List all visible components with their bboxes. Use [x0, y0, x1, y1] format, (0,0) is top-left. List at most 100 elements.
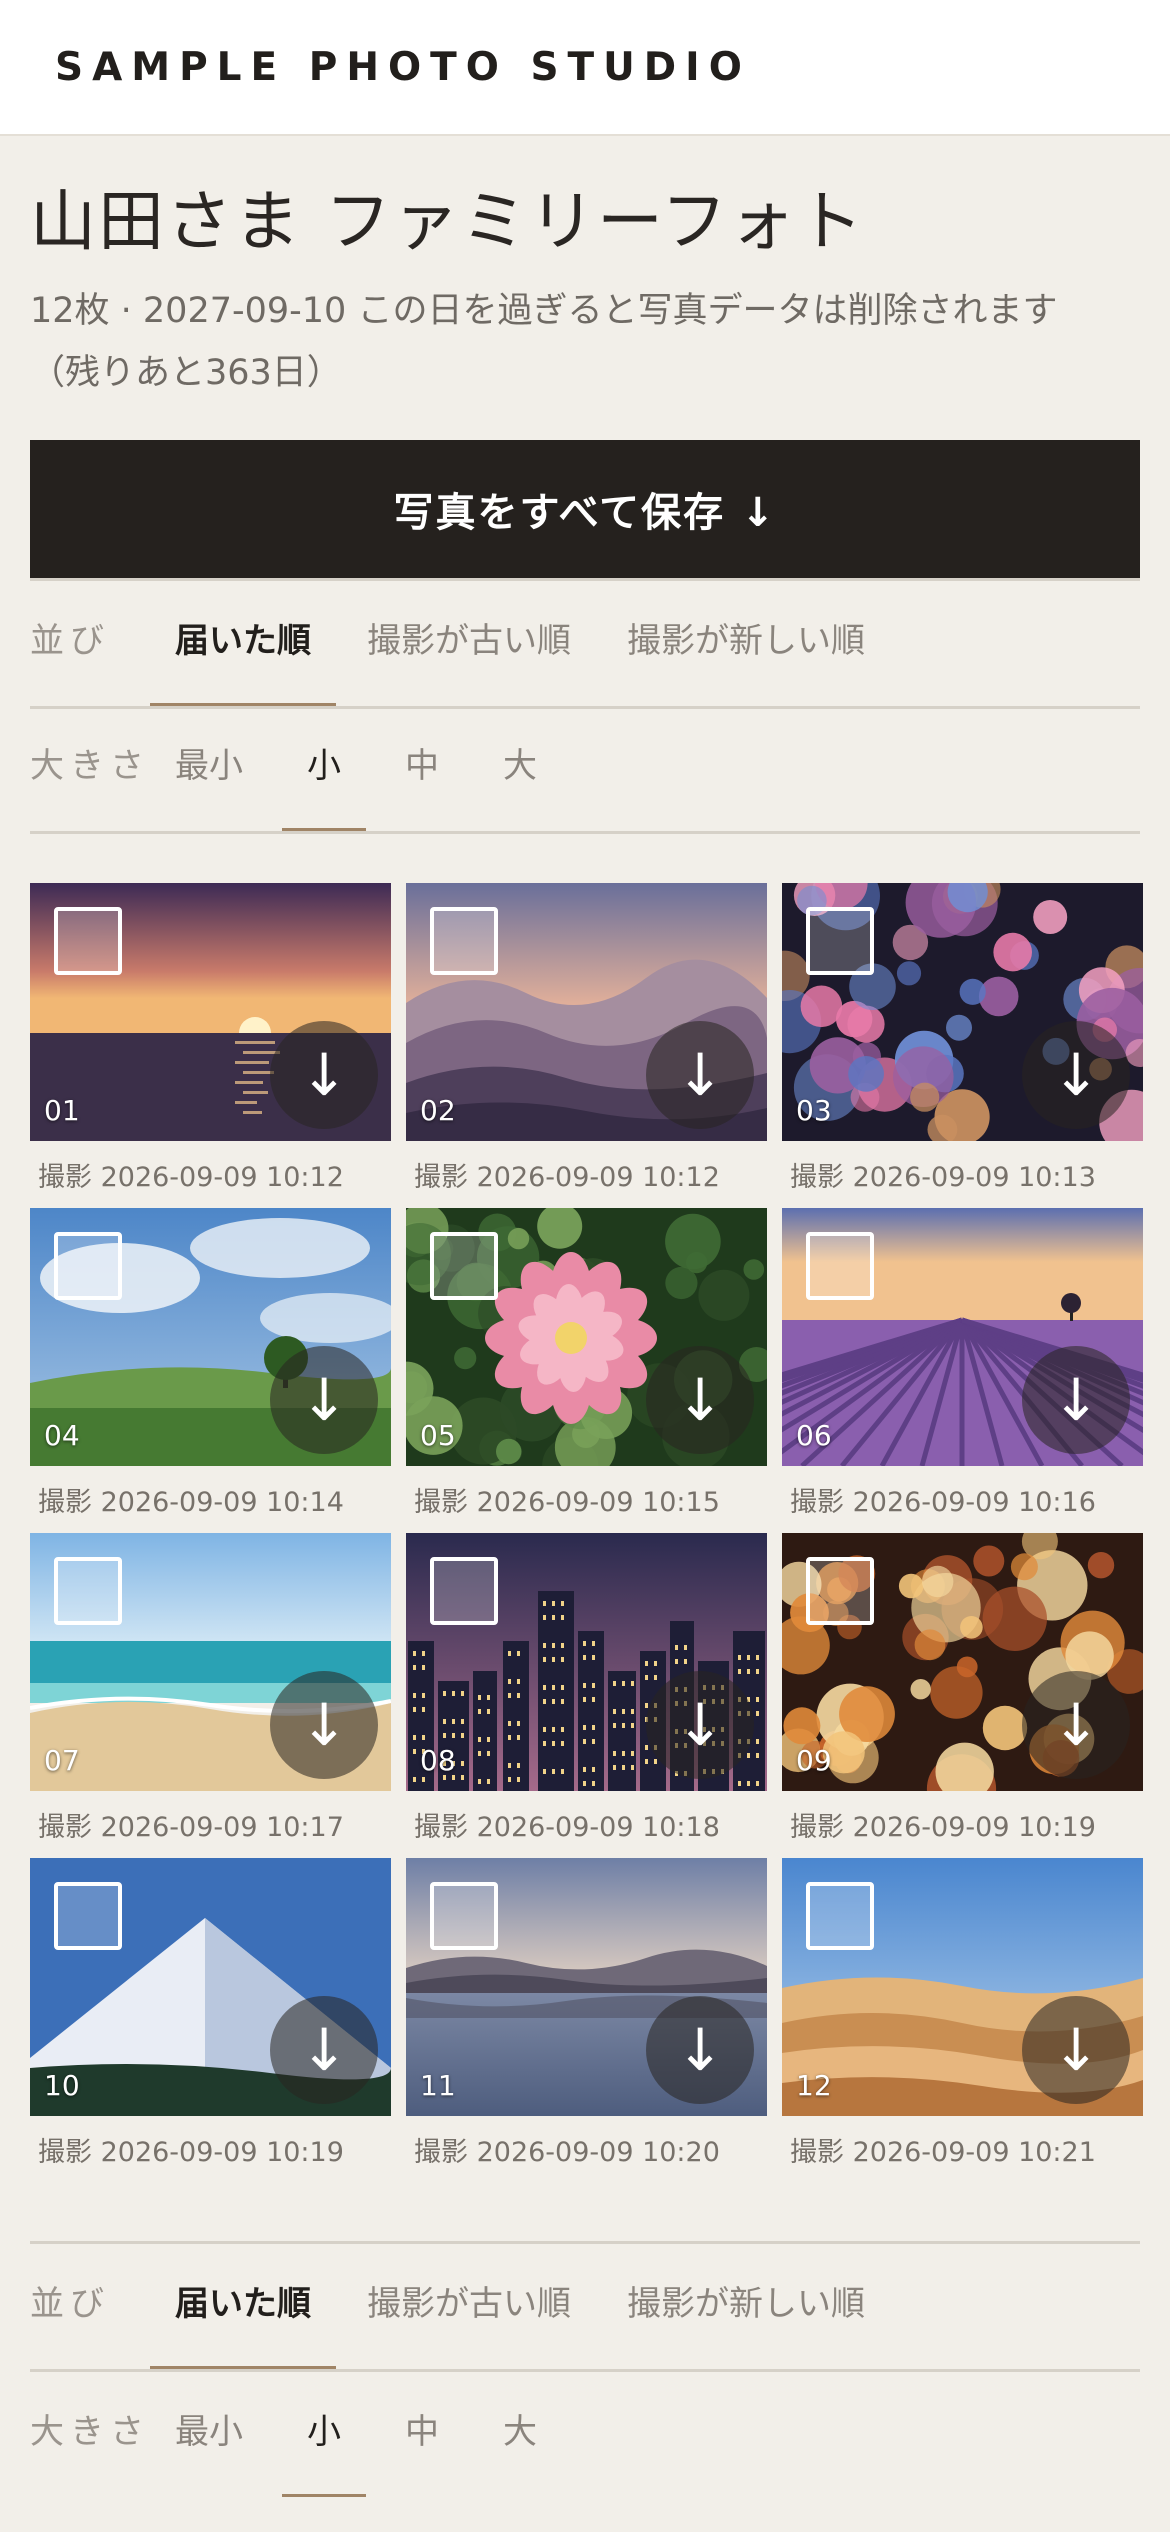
photo-select-checkbox[interactable]	[430, 907, 498, 975]
site-header: SAMPLE PHOTO STUDIO	[0, 0, 1170, 136]
photo-card: 01 ↓ 撮影 2026-09-09 10:12	[30, 883, 391, 1208]
size-option[interactable]: 小	[282, 738, 366, 831]
photo-card: 08 ↓ 撮影 2026-09-09 10:18	[406, 1533, 767, 1858]
download-icon[interactable]: ↓	[646, 1996, 754, 2104]
photo-caption: 撮影 2026-09-09 10:20	[414, 2137, 720, 2168]
photo-number: 10	[44, 2069, 80, 2102]
photo-select-checkbox[interactable]	[806, 1882, 874, 1950]
photo-number: 07	[44, 1744, 80, 1777]
photo-number: 08	[420, 1744, 456, 1777]
photo-thumbnail[interactable]: 05 ↓	[406, 1208, 767, 1466]
photo-thumbnail[interactable]: 06 ↓	[782, 1208, 1143, 1466]
photo-caption: 撮影 2026-09-09 10:15	[414, 1487, 720, 1518]
photo-thumbnail[interactable]: 01 ↓	[30, 883, 391, 1141]
photo-card: 02 ↓ 撮影 2026-09-09 10:12	[406, 883, 767, 1208]
photo-card: 06 ↓ 撮影 2026-09-09 10:16	[782, 1208, 1143, 1533]
photo-number: 11	[420, 2069, 456, 2102]
download-icon[interactable]: ↓	[1022, 1346, 1130, 1454]
photo-number: 04	[44, 1419, 80, 1452]
photo-select-checkbox[interactable]	[54, 1232, 122, 1300]
album-meta-expiry: 12枚 · 2027-09-10 この日を過ぎると写真データは削除されます	[30, 291, 1058, 331]
download-icon[interactable]: ↓	[646, 1671, 754, 1779]
photo-card: 11 ↓ 撮影 2026-09-09 10:20	[406, 1858, 767, 2183]
photo-number: 01	[44, 1094, 80, 1127]
main-content: 山田さま ファミリーフォト 12枚 · 2027-09-10 この日を過ぎると写…	[0, 136, 1170, 2497]
sort-option[interactable]: 届いた順	[150, 613, 336, 706]
photo-card: 05 ↓ 撮影 2026-09-09 10:15	[406, 1208, 767, 1533]
photo-thumbnail[interactable]: 09 ↓	[782, 1533, 1143, 1791]
photo-select-checkbox[interactable]	[54, 907, 122, 975]
photo-number: 02	[420, 1094, 456, 1127]
sort-option[interactable]: 撮影が古い順	[367, 2276, 571, 2369]
photo-select-checkbox[interactable]	[806, 907, 874, 975]
photo-caption: 撮影 2026-09-09 10:12	[414, 1162, 720, 1193]
photo-card: 07 ↓ 撮影 2026-09-09 10:17	[30, 1533, 391, 1858]
photo-caption: 撮影 2026-09-09 10:21	[790, 2137, 1096, 2168]
photo-number: 06	[796, 1419, 832, 1452]
download-icon[interactable]: ↓	[270, 1021, 378, 1129]
size-label: 大きさ	[30, 746, 150, 786]
photo-grid: 01 ↓ 撮影 2026-09-09 10:12 02 ↓ 撮影 2026-09-09 …	[30, 883, 1143, 2183]
photo-caption: 撮影 2026-09-09 10:17	[38, 1812, 344, 1843]
photo-thumbnail[interactable]: 03 ↓	[782, 883, 1143, 1141]
size-label: 大きさ	[30, 2412, 150, 2452]
download-icon[interactable]: ↓	[270, 1346, 378, 1454]
photo-card: 09 ↓ 撮影 2026-09-09 10:19	[782, 1533, 1143, 1858]
size-option[interactable]: 最小	[175, 738, 243, 831]
photo-thumbnail[interactable]: 11 ↓	[406, 1858, 767, 2116]
photo-caption: 撮影 2026-09-09 10:19	[790, 1812, 1096, 1843]
photo-select-checkbox[interactable]	[54, 1882, 122, 1950]
top-size-bar: 大きさ 最小小中大	[30, 706, 1140, 834]
album-meta: 12枚 · 2027-09-10 この日を過ぎると写真データは削除されます （残…	[30, 280, 1140, 404]
photo-caption: 撮影 2026-09-09 10:16	[790, 1487, 1096, 1518]
sort-option[interactable]: 届いた順	[150, 2276, 336, 2369]
photo-card: 12 ↓ 撮影 2026-09-09 10:21	[782, 1858, 1143, 2183]
size-option[interactable]: 小	[282, 2404, 366, 2497]
bottom-size-bar: 大きさ 最小小中大	[30, 2369, 1140, 2497]
photo-number: 12	[796, 2069, 832, 2102]
photo-number: 05	[420, 1419, 456, 1452]
photo-thumbnail[interactable]: 02 ↓	[406, 883, 767, 1141]
photo-card: 10 ↓ 撮影 2026-09-09 10:19	[30, 1858, 391, 2183]
photo-thumbnail[interactable]: 04 ↓	[30, 1208, 391, 1466]
sort-option[interactable]: 撮影が古い順	[367, 613, 571, 706]
top-sort-bar: 並び 届いた順 撮影が古い順 撮影が新しい順	[30, 578, 1140, 706]
photo-select-checkbox[interactable]	[430, 1882, 498, 1950]
photo-select-checkbox[interactable]	[806, 1232, 874, 1300]
size-option[interactable]: 大	[503, 2404, 537, 2497]
photo-caption: 撮影 2026-09-09 10:12	[38, 1162, 344, 1193]
photo-caption: 撮影 2026-09-09 10:18	[414, 1812, 720, 1843]
photo-select-checkbox[interactable]	[806, 1557, 874, 1625]
photo-caption: 撮影 2026-09-09 10:14	[38, 1487, 344, 1518]
album-title: 山田さま ファミリーフォト	[30, 183, 866, 260]
photo-select-checkbox[interactable]	[430, 1232, 498, 1300]
photo-card: 04 ↓ 撮影 2026-09-09 10:14	[30, 1208, 391, 1533]
photo-thumbnail[interactable]: 07 ↓	[30, 1533, 391, 1791]
photo-select-checkbox[interactable]	[430, 1557, 498, 1625]
size-option[interactable]: 中	[405, 738, 439, 831]
download-icon[interactable]: ↓	[270, 1671, 378, 1779]
sort-label: 並び	[30, 621, 110, 661]
photo-number: 03	[796, 1094, 832, 1127]
size-option[interactable]: 大	[503, 738, 537, 831]
download-icon[interactable]: ↓	[1022, 1671, 1130, 1779]
studio-logo[interactable]: SAMPLE PHOTO STUDIO	[55, 45, 751, 90]
download-icon[interactable]: ↓	[1022, 1996, 1130, 2104]
download-icon[interactable]: ↓	[270, 1996, 378, 2104]
download-icon[interactable]: ↓	[646, 1021, 754, 1129]
bottom-sort-bar: 並び 届いた順 撮影が古い順 撮影が新しい順	[30, 2241, 1140, 2369]
photo-caption: 撮影 2026-09-09 10:13	[790, 1162, 1096, 1193]
photo-thumbnail[interactable]: 12 ↓	[782, 1858, 1143, 2116]
photo-number: 09	[796, 1744, 832, 1777]
photo-thumbnail[interactable]: 08 ↓	[406, 1533, 767, 1791]
save-all-button[interactable]: 写真をすべて保存 ↓	[30, 440, 1140, 578]
size-option[interactable]: 最小	[175, 2404, 243, 2497]
photo-card: 03 ↓ 撮影 2026-09-09 10:13	[782, 883, 1143, 1208]
photo-thumbnail[interactable]: 10 ↓	[30, 1858, 391, 2116]
download-icon[interactable]: ↓	[1022, 1021, 1130, 1129]
sort-option[interactable]: 撮影が新しい順	[627, 613, 865, 706]
download-icon[interactable]: ↓	[646, 1346, 754, 1454]
photo-select-checkbox[interactable]	[54, 1557, 122, 1625]
size-option[interactable]: 中	[405, 2404, 439, 2497]
sort-option[interactable]: 撮影が新しい順	[627, 2276, 865, 2369]
